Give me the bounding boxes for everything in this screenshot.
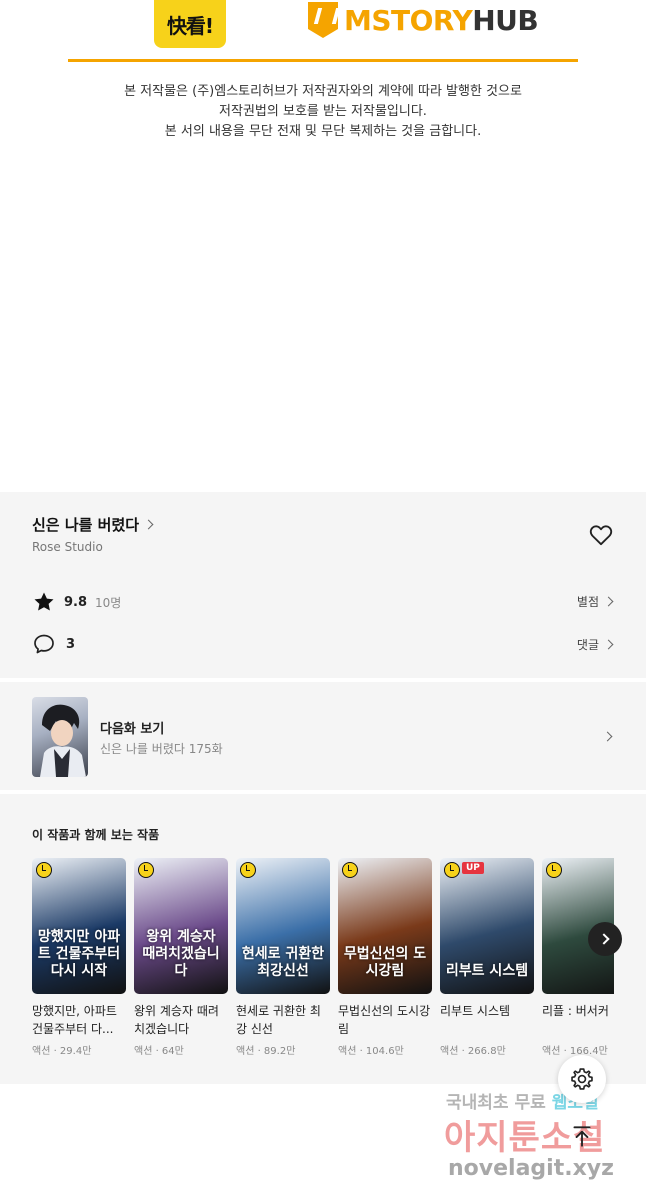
watermark: 국내최초 무료 웹소설 아지툰소설 novelagit.xyz [430, 1088, 640, 1198]
recommendation-meta: 액션 · 64만 [134, 1046, 184, 1057]
clock-icon [444, 862, 460, 878]
rating-link[interactable]: 별점 [576, 593, 614, 610]
recommendation-meta: 액션 · 29.4만 [32, 1046, 92, 1057]
recommendation-cover: 현세로 귀환한 최강신선 [236, 858, 330, 994]
recommendation-card[interactable]: 무법신선의 도시강림 무법신선의 도시강림 액션 · 104.6만 [338, 858, 432, 1057]
work-studio: Rose Studio [32, 540, 103, 554]
work-title-link[interactable]: 신은 나를 버렸다 [32, 514, 154, 535]
recommendation-card[interactable]: 리플 : 버서커 액션 · 166.4만 [542, 858, 614, 1057]
comment-link-label: 댓글 [576, 638, 599, 652]
page: 快看! MSTORYHUB 본 저작물은 (주)엠스토리허브가 저작권자와의 계… [0, 0, 646, 1200]
recommendation-cover-title: 현세로 귀환한 최강신선 [241, 946, 325, 979]
gear-icon [571, 1068, 593, 1090]
recommendation-cover: 망했지만 아파트 건물주부터 다시 시작 [32, 858, 126, 994]
kuaikan-logo: 快看! [154, 0, 226, 48]
rating-count: 10명 [95, 595, 122, 610]
kuaikan-logo-text: 快看! [166, 13, 214, 38]
copyright-line-1: 본 저작물은 (주)엠스토리허브가 저작권자와의 계약에 따라 발행한 것으로 [124, 84, 522, 99]
up-badge: UP [462, 862, 484, 874]
rating-value: 9.8 [64, 594, 88, 610]
recommendation-cover: 무법신선의 도시강림 [338, 858, 432, 994]
recommendation-title: 리플 : 버서커 [542, 1004, 609, 1018]
recommendation-meta: 액션 · 89.2만 [236, 1046, 296, 1057]
clock-icon [342, 862, 358, 878]
recommendation-cover-title: 왕위 계승자 때려치겠습니다 [142, 929, 220, 979]
clock-icon [240, 862, 256, 878]
clock-icon [138, 862, 154, 878]
recommendation-title: 현세로 귀환한 최강 신선 [236, 1004, 321, 1036]
comment-link[interactable]: 댓글 [576, 636, 614, 653]
comment-count: 3 [66, 636, 76, 652]
copyright-line-2: 저작권법의 보호를 받는 저작물입니다. [219, 104, 427, 119]
chevron-right-icon [143, 519, 154, 530]
recommendation-title: 왕위 계승자 때려치겠습니다 [134, 1004, 219, 1036]
recommendation-meta: 액션 · 104.6만 [338, 1046, 404, 1057]
recommendation-card[interactable]: 왕위 계승자 때려치겠습니다 왕위 계승자 때려치겠습니다 액션 · 64만 [134, 858, 228, 1057]
work-title: 신은 나를 버렸다 [32, 516, 140, 534]
next-episode-subtitle: 신은 나를 버렸다 175화 [100, 742, 223, 756]
mstoryhub-logo-mark-icon [308, 2, 338, 38]
scroll-top-button[interactable] [558, 1112, 606, 1160]
rating-row: 9.8 10명 [32, 590, 121, 614]
copyright-line-3: 본 서의 내용을 무단 전재 및 무단 복제하는 것을 금합니다. [164, 124, 482, 139]
recommendation-cover-title: 망했지만 아파트 건물주부터 다시 시작 [37, 929, 121, 979]
settings-button[interactable] [558, 1055, 606, 1103]
comment-row: 3 [32, 632, 75, 656]
recommendation-title: 망했지만, 아파트 건물주부터 다... [32, 1004, 117, 1036]
comment-bubble-icon [34, 634, 54, 654]
next-episode-label: 다음화 보기 [100, 722, 165, 737]
heart-icon[interactable] [588, 522, 614, 548]
banner-divider [68, 59, 578, 62]
recommendation-card[interactable]: 현세로 귀환한 최강신선현세로 귀환한 최강 신선액션 · 89.2만 [236, 858, 330, 1057]
mstoryhub-logo-text-2: HUB [472, 3, 539, 37]
rating-link-label: 별점 [576, 595, 599, 609]
chevron-right-icon [603, 596, 614, 607]
chevron-right-icon [597, 933, 610, 945]
recommendation-card[interactable]: 망했지만 아파트 건물주부터 다시 시작망했지만, 아파트 건물주부터 다...… [32, 858, 126, 1057]
copyright-notice: 본 저작물은 (주)엠스토리허브가 저작권자와의 계약에 따라 발행한 것으로 … [0, 82, 646, 142]
recommendation-title: 무법신선의 도시강림 [338, 1004, 431, 1036]
publisher-banner: 快看! MSTORYHUB [0, 0, 646, 70]
recommendation-card[interactable]: UP 리부트 시스템 리부트 시스템 액션 · 266.8만 [440, 858, 534, 1057]
recommendation-meta: 액션 · 266.8만 [440, 1046, 506, 1057]
arrow-up-icon [573, 1126, 591, 1147]
recommendation-title: 리부트 시스템 [440, 1004, 511, 1018]
recommendation-cover: UP 리부트 시스템 [440, 858, 534, 994]
recommendation-cover-title: 무법신선의 도시강림 [343, 946, 427, 979]
recommendation-cover-title: 리부트 시스템 [445, 963, 529, 979]
recommendations-heading: 이 작품과 함께 보는 작품 [32, 828, 160, 842]
next-episode-card[interactable] [0, 682, 646, 790]
next-episode-thumbnail [32, 697, 88, 777]
recommendation-cover: 왕위 계승자 때려치겠습니다 [134, 858, 228, 994]
character-illustration-icon [40, 704, 86, 777]
clock-icon [36, 862, 52, 878]
clock-icon [546, 862, 562, 878]
mstoryhub-logo-text-1: MSTORY [344, 3, 473, 37]
watermark-line-1a: 국내최초 무료 [446, 1093, 552, 1113]
mstoryhub-logo: MSTORYHUB [308, 0, 539, 40]
recommendations-list[interactable]: 망했지만 아파트 건물주부터 다시 시작망했지만, 아파트 건물주부터 다...… [32, 858, 614, 1078]
carousel-next-button[interactable] [588, 922, 622, 956]
chevron-right-icon [603, 639, 614, 650]
star-icon [34, 592, 54, 611]
